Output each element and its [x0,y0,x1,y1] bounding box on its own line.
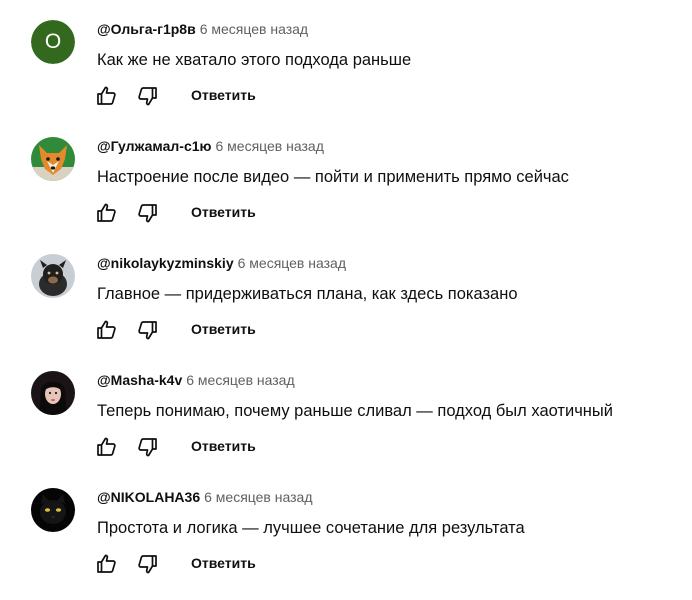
comment: @NIKOLAHA36 6 месяцев назад Простота и ло… [0,468,692,585]
comment-text: Теперь понимаю, почему раньше сливал — п… [97,402,613,420]
reply-button[interactable]: Ответить [191,321,256,337]
comment-text: Как же не хватало этого подхода раньше [97,51,412,69]
comment-time[interactable]: 6 месяцев назад [238,255,346,271]
comment-author[interactable]: @Masha-k4v [97,372,182,388]
comment-time[interactable]: 6 месяцев назад [204,489,312,505]
thumbs-down-icon[interactable] [135,318,159,342]
comment: @nikolaykyzminskiy 6 месяцев назад Главно… [0,234,692,351]
comment-header: @NIKOLAHA36 6 месяцев назад [97,489,313,507]
avatar[interactable] [31,254,75,298]
thumbs-up-icon[interactable] [95,435,119,459]
comment-header: @Masha-k4v 6 месяцев назад [97,372,295,390]
comment-header: @Ольга-г1р8в 6 месяцев назад [97,21,308,39]
comment-author[interactable]: @Гулжамал-с1ю [97,138,211,154]
comment-time[interactable]: 6 месяцев назад [215,138,323,154]
reply-button[interactable]: Ответить [191,555,256,571]
comment-header: @Гулжамал-с1ю 6 месяцев назад [97,138,324,156]
comment-text: Настроение после видео — пойти и примени… [97,168,569,186]
thumbs-up-icon[interactable] [95,552,119,576]
avatar[interactable] [31,488,75,532]
avatar[interactable] [31,371,75,415]
reply-button[interactable]: Ответить [191,204,256,220]
thumbs-down-icon[interactable] [135,552,159,576]
avatar-letter: О [31,20,75,64]
thumbs-down-icon[interactable] [135,201,159,225]
comment: О @Ольга-г1р8в 6 месяцев назад Как же не … [0,0,692,117]
thumbs-up-icon[interactable] [95,318,119,342]
comment-author[interactable]: @nikolaykyzminskiy [97,255,234,271]
comment-author[interactable]: @Ольга-г1р8в [97,21,196,37]
avatar[interactable] [31,137,75,181]
comment: @Masha-k4v 6 месяцев назад Теперь понимаю… [0,351,692,468]
reply-button[interactable]: Ответить [191,87,256,103]
reply-button[interactable]: Ответить [191,438,256,454]
comment-text: Главное — придерживаться плана, как здес… [97,285,518,303]
comment-time[interactable]: 6 месяцев назад [200,21,308,37]
comment-time[interactable]: 6 месяцев назад [186,372,294,388]
thumbs-up-icon[interactable] [95,201,119,225]
comment-text: Простота и логика — лучшее сочетание для… [97,519,525,537]
avatar[interactable]: О [31,20,75,64]
comment-header: @nikolaykyzminskiy 6 месяцев назад [97,255,346,273]
thumbs-up-icon[interactable] [95,84,119,108]
comment-author[interactable]: @NIKOLAHA36 [97,489,200,505]
thumbs-down-icon[interactable] [135,84,159,108]
comment: @Гулжамал-с1ю 6 месяцев назад Настроение … [0,117,692,234]
thumbs-down-icon[interactable] [135,435,159,459]
